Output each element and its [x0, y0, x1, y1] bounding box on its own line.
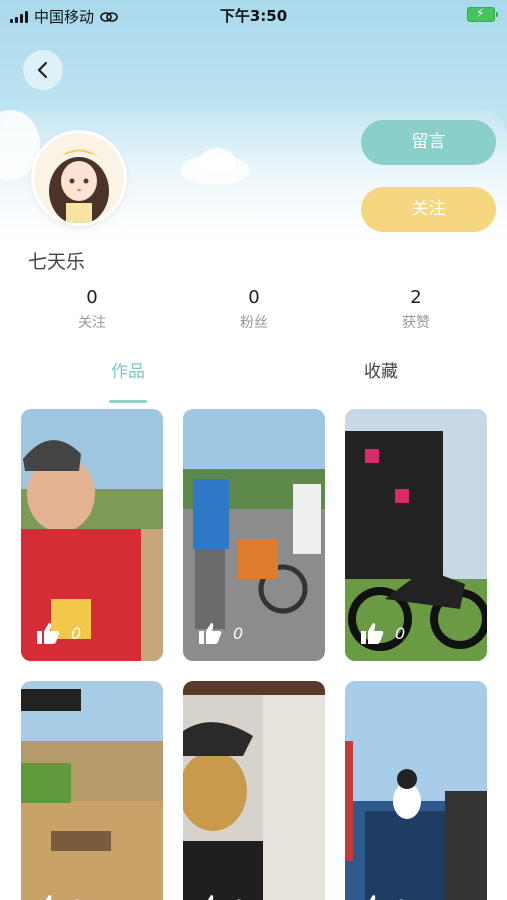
- stat-following[interactable]: 0 关注: [32, 287, 152, 332]
- video-card[interactable]: 0: [21, 409, 163, 661]
- content-tabs: 作品 收藏: [0, 357, 507, 407]
- stat-fans[interactable]: 0 粉丝: [194, 287, 314, 332]
- video-card[interactable]: 0: [183, 681, 325, 900]
- stat-label: 关注: [78, 315, 106, 331]
- chevron-left-icon: [37, 61, 48, 79]
- status-bar: 中国移动 下午3:50 ⚡: [0, 0, 507, 30]
- thumbs-up-icon[interactable]: [35, 621, 61, 645]
- video-thumbnail: [345, 681, 487, 900]
- like-count: 0: [71, 896, 81, 900]
- tab-works[interactable]: 作品: [68, 357, 188, 382]
- video-card[interactable]: 0: [345, 409, 487, 661]
- like-row: 0: [35, 893, 81, 900]
- like-row: 0: [197, 893, 243, 900]
- stat-value: 2: [410, 287, 422, 308]
- video-card[interactable]: 0: [345, 681, 487, 900]
- video-thumbnail: [21, 681, 163, 900]
- like-count: 0: [395, 896, 405, 900]
- thumbs-up-icon[interactable]: [359, 893, 385, 900]
- stat-label: 粉丝: [240, 315, 268, 331]
- avatar-image: [34, 133, 124, 223]
- like-row: 0: [359, 621, 405, 645]
- stat-label: 获赞: [402, 315, 430, 331]
- video-thumbnail: [183, 681, 325, 900]
- stat-value: 0: [86, 287, 98, 308]
- message-button[interactable]: 留言: [361, 120, 496, 165]
- username: 七天乐: [28, 251, 86, 273]
- like-count: 0: [395, 623, 406, 643]
- stat-likes[interactable]: 2 获赞: [356, 287, 476, 332]
- thumbs-up-icon[interactable]: [197, 621, 223, 645]
- like-count: 0: [71, 623, 82, 643]
- status-time: 下午3:50: [219, 7, 288, 25]
- video-card[interactable]: 0: [21, 681, 163, 900]
- tab-underline: [109, 400, 147, 403]
- battery-icon: ⚡: [467, 6, 498, 22]
- like-count: 0: [233, 623, 244, 643]
- thumbs-up-icon[interactable]: [359, 621, 385, 645]
- video-card[interactable]: 0: [183, 409, 325, 661]
- like-count: 0: [233, 896, 243, 900]
- tab-favorites[interactable]: 收藏: [321, 357, 441, 382]
- like-row: 0: [35, 621, 81, 645]
- follow-button[interactable]: 关注: [361, 187, 496, 232]
- like-row: 0: [197, 621, 243, 645]
- avatar[interactable]: [31, 130, 127, 226]
- like-row: 0: [359, 893, 405, 900]
- stat-value: 0: [248, 287, 260, 308]
- thumbs-up-icon[interactable]: [35, 893, 61, 900]
- back-button[interactable]: [23, 50, 63, 90]
- thumbs-up-icon[interactable]: [197, 893, 223, 900]
